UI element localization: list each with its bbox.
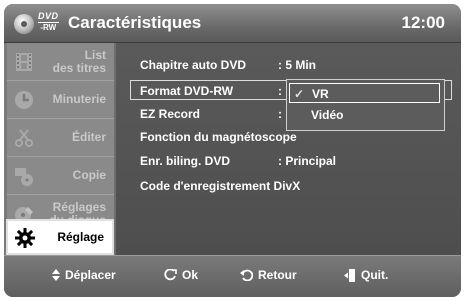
- return-icon: [240, 269, 253, 281]
- clock: 12:00: [401, 13, 445, 32]
- enter-icon: [164, 268, 177, 280]
- settings-panel: Chapitre auto DVD : 5 Min Format DVD-RW …: [116, 43, 461, 255]
- disc-icon: [14, 14, 34, 34]
- row-label: Code d'enregistrement DivX: [140, 179, 301, 193]
- copy-icon: [15, 168, 33, 186]
- check-icon: ✓: [294, 87, 305, 101]
- hint-back: Retour: [240, 268, 297, 282]
- sidebar-item-setup[interactable]: Réglage: [6, 219, 114, 255]
- menu-row-chapter-auto[interactable]: Chapitre auto DVD : 5 Min: [140, 55, 316, 75]
- option-label: VR: [312, 87, 329, 101]
- row-value: :: [278, 107, 282, 121]
- sidebar-item-label: Minuterie: [52, 92, 106, 106]
- hint-quit: Quit.: [344, 268, 388, 282]
- row-label: Enr. biling. DVD: [140, 154, 231, 168]
- row-value: : Principal: [278, 154, 337, 168]
- dvd-menu-window: DVD -RW Caractéristiques 12:00 List des …: [4, 4, 461, 297]
- sidebar-item-label: Réglage: [57, 229, 104, 244]
- option-label: Vidéo: [311, 108, 344, 122]
- menu-row-ez-record[interactable]: EZ Record :: [140, 104, 282, 124]
- gear-icon: [15, 228, 35, 248]
- menu-row-vcr-function[interactable]: Fonction du magnétoscope: [140, 127, 297, 147]
- row-label: Format DVD-RW: [140, 84, 234, 98]
- row-label: Chapitre auto DVD: [140, 58, 247, 72]
- menu-row-divx-code[interactable]: Code d'enregistrement DivX: [140, 176, 300, 196]
- sidebar-item-label: Copie: [72, 168, 106, 182]
- scissors-icon: [15, 129, 33, 147]
- sidebar-item-edit[interactable]: Éditer: [7, 119, 114, 157]
- page-title: Caractéristiques: [68, 13, 202, 32]
- exit-icon: [344, 268, 355, 282]
- button-guide-bar: Déplacer Ok Retour Quit.: [4, 255, 461, 297]
- format-dropdown: ✓ VR Vidéo: [286, 79, 445, 131]
- row-value: : 5 Min: [278, 58, 316, 72]
- sidebar: List des titres Minuterie Éditer Copie R…: [4, 43, 114, 255]
- sidebar-item-title-list[interactable]: List des titres: [7, 43, 114, 81]
- menu-row-bilingual-rec[interactable]: Enr. biling. DVD : Principal: [140, 151, 336, 171]
- film-icon: [16, 53, 32, 71]
- hint-move: Déplacer: [52, 268, 116, 282]
- hint-ok: Ok: [164, 268, 198, 282]
- dropdown-option-vr[interactable]: ✓ VR: [289, 83, 440, 103]
- row-label: Fonction du magnétoscope: [140, 130, 297, 144]
- title-bar: DVD -RW Caractéristiques 12:00: [4, 4, 461, 43]
- up-down-arrow-icon: [52, 269, 60, 281]
- sidebar-item-label: Éditer: [71, 130, 106, 144]
- dvd-rw-logo: DVD -RW: [38, 11, 59, 32]
- dropdown-option-video[interactable]: Vidéo: [289, 105, 440, 125]
- row-value: :: [278, 84, 282, 98]
- sidebar-item-label: List des titres: [52, 47, 106, 75]
- timer-icon: [15, 91, 33, 109]
- sidebar-item-timer[interactable]: Minuterie: [7, 81, 114, 119]
- row-label: EZ Record: [140, 107, 201, 121]
- sidebar-item-copy[interactable]: Copie: [7, 157, 114, 195]
